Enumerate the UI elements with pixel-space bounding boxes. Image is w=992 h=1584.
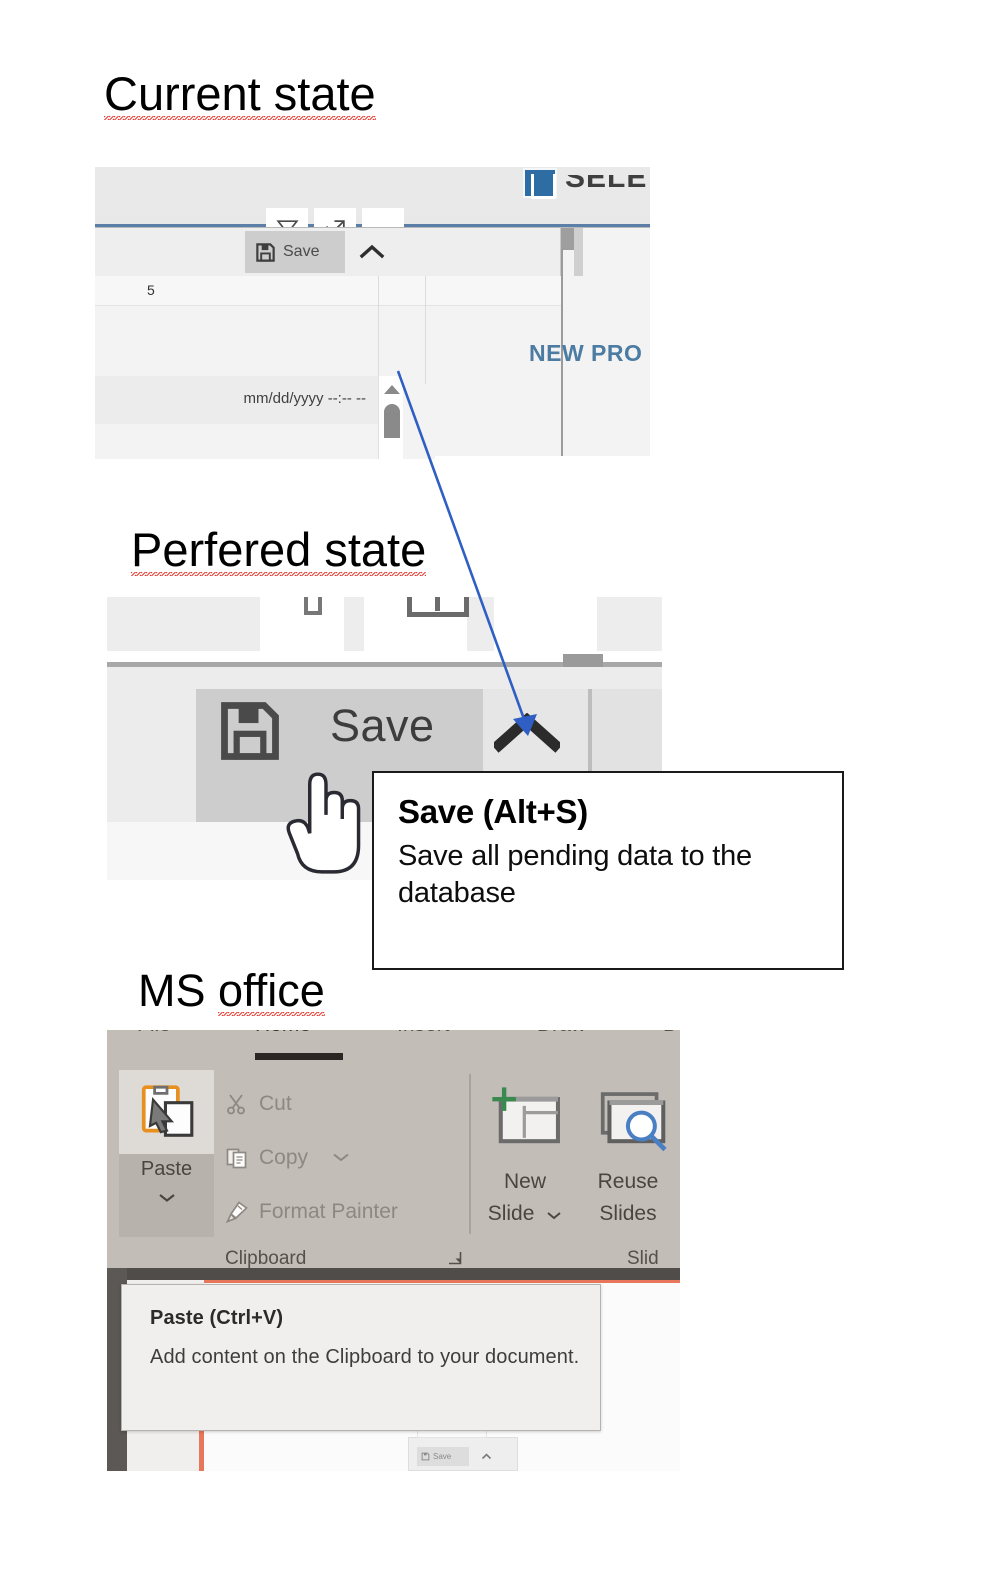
floppy-disk-icon bbox=[256, 242, 275, 262]
slide-thumbnail-chevron-up-icon bbox=[475, 1447, 497, 1466]
copy-documents-icon bbox=[226, 1148, 247, 1169]
grid-corner-strip bbox=[574, 228, 583, 276]
new-slide-label-line1: New bbox=[503, 1170, 546, 1193]
save-dropdown-chevron-up-icon[interactable] bbox=[350, 231, 394, 273]
ribbon-home-panel: Paste Cut Copy Format Painter Clipboard … bbox=[107, 1062, 680, 1269]
paste-button-label: Paste bbox=[140, 1158, 193, 1180]
new-slide-label-line2: Slide bbox=[479, 1202, 571, 1226]
tab-home[interactable]: Home bbox=[255, 1030, 311, 1037]
format-painter-command-label: Format Painter bbox=[259, 1200, 398, 1223]
save-button-label: Save bbox=[283, 243, 320, 260]
clipped-toolbar-tile bbox=[344, 597, 364, 651]
new-slide-dropdown-chevron-down-icon[interactable] bbox=[546, 1202, 562, 1226]
clipped-export-icon-detail bbox=[435, 597, 440, 611]
slides-group-label: Slid bbox=[627, 1248, 659, 1269]
section-title-msoffice-text: office bbox=[218, 965, 325, 1016]
slide-thumbnail-save: Save bbox=[417, 1447, 469, 1466]
copy-command-label: Copy bbox=[259, 1146, 309, 1169]
scissors-icon bbox=[227, 1094, 245, 1115]
section-title-msoffice: MS office bbox=[138, 965, 325, 1016]
clipped-filter-icon bbox=[304, 597, 322, 615]
grid-column-divider bbox=[378, 276, 379, 384]
tooltip-paste: Paste (Ctrl+V) Add content on the Clipbo… bbox=[121, 1284, 601, 1431]
tab-design[interactable]: D bbox=[663, 1030, 678, 1037]
grid-row[interactable]: 5 bbox=[95, 276, 561, 306]
grid-column-divider bbox=[425, 276, 426, 384]
scroll-up-arrow-icon[interactable] bbox=[384, 385, 400, 394]
slide-top-accent bbox=[204, 1280, 680, 1283]
copy-command[interactable]: Copy bbox=[225, 1146, 350, 1170]
data-grid-panel: Save 5 mm/dd/yyyy --:-- -- NEW PRO bbox=[95, 227, 650, 459]
scrollbar-thumb[interactable] bbox=[384, 404, 400, 438]
section-title-preferred-state-text: Perfered state bbox=[131, 523, 427, 576]
ribbon-group-separator bbox=[469, 1074, 471, 1234]
clipped-toolbar-tile bbox=[107, 597, 260, 651]
datetime-input[interactable]: mm/dd/yyyy --:-- -- bbox=[95, 376, 378, 424]
new-slide-label-text: Slide bbox=[487, 1202, 535, 1225]
vertical-scrollbar[interactable] bbox=[378, 376, 403, 459]
datetime-placeholder: mm/dd/yyyy --:-- -- bbox=[243, 390, 366, 407]
editor-top-shade bbox=[107, 1268, 680, 1280]
slide-thumbnail-save-button: Save bbox=[408, 1429, 518, 1471]
page-title: NEW PRO bbox=[529, 340, 643, 366]
floppy-disk-icon bbox=[216, 697, 284, 770]
slide-thumbnail-save-label: Save bbox=[433, 1452, 452, 1461]
selected-indicator-icon bbox=[523, 168, 557, 199]
reuse-slides-label-line2: Slides bbox=[599, 1202, 657, 1225]
tooltip-title: Save (Alt+S) bbox=[398, 793, 588, 830]
format-painter-command[interactable]: Format Painter bbox=[225, 1200, 398, 1224]
tooltip-body: Save all pending data to the database bbox=[398, 839, 752, 910]
active-tab-indicator bbox=[255, 1053, 343, 1060]
tooltip-save-preferred: Save (Alt+S) Save all pending data to th… bbox=[372, 771, 844, 970]
section-title-current-state: Current state bbox=[104, 67, 376, 120]
save-dropdown-chevron-up-icon[interactable] bbox=[491, 712, 563, 758]
save-button-label: Save bbox=[330, 700, 435, 751]
tab-file[interactable]: File bbox=[137, 1030, 171, 1037]
tab-draw[interactable]: Draw bbox=[537, 1030, 586, 1037]
clipped-toolbar-tile bbox=[467, 597, 494, 651]
save-button[interactable]: Save bbox=[245, 231, 345, 273]
product-field-panel bbox=[435, 456, 650, 459]
section-title-current-state-text: Current state bbox=[104, 67, 376, 120]
tooltip-title: Paste (Ctrl+V) bbox=[150, 1307, 284, 1329]
grid-row-value: 5 bbox=[147, 282, 155, 298]
copy-dropdown-chevron-down-icon[interactable] bbox=[332, 1149, 350, 1167]
tooltip-body: Add content on the Clipboard to your doc… bbox=[150, 1346, 580, 1368]
floppy-disk-icon bbox=[421, 1452, 430, 1461]
cut-command[interactable]: Cut bbox=[225, 1092, 292, 1116]
ribbon-tab-bar: File Home Insert Draw D bbox=[107, 1030, 680, 1062]
new-slide-icon[interactable] bbox=[487, 1084, 565, 1163]
clipped-toolbar-tile bbox=[597, 597, 662, 651]
tab-insert[interactable]: Insert bbox=[397, 1030, 450, 1037]
section-title-preferred-state: Perfered state bbox=[131, 523, 427, 576]
paintbrush-icon bbox=[225, 1201, 248, 1224]
reuse-slides-icon[interactable] bbox=[594, 1084, 672, 1163]
clipboard-group-label: Clipboard bbox=[225, 1248, 307, 1269]
screenshot-current-state: SELE Save 5 mm/dd/yyyy --:-- -- NEW PRO bbox=[95, 167, 650, 459]
paste-dropdown-chevron-down-icon[interactable] bbox=[119, 1188, 214, 1208]
hand-pointer-cursor bbox=[280, 762, 372, 885]
paste-clipboard-icon[interactable] bbox=[119, 1070, 214, 1154]
slide-canvas: Current state SELE Save 5 mm/dd/yyyy --:… bbox=[0, 0, 992, 1584]
reuse-slides-label-line1: Reuse bbox=[597, 1170, 659, 1193]
cut-command-label: Cut bbox=[259, 1092, 292, 1115]
